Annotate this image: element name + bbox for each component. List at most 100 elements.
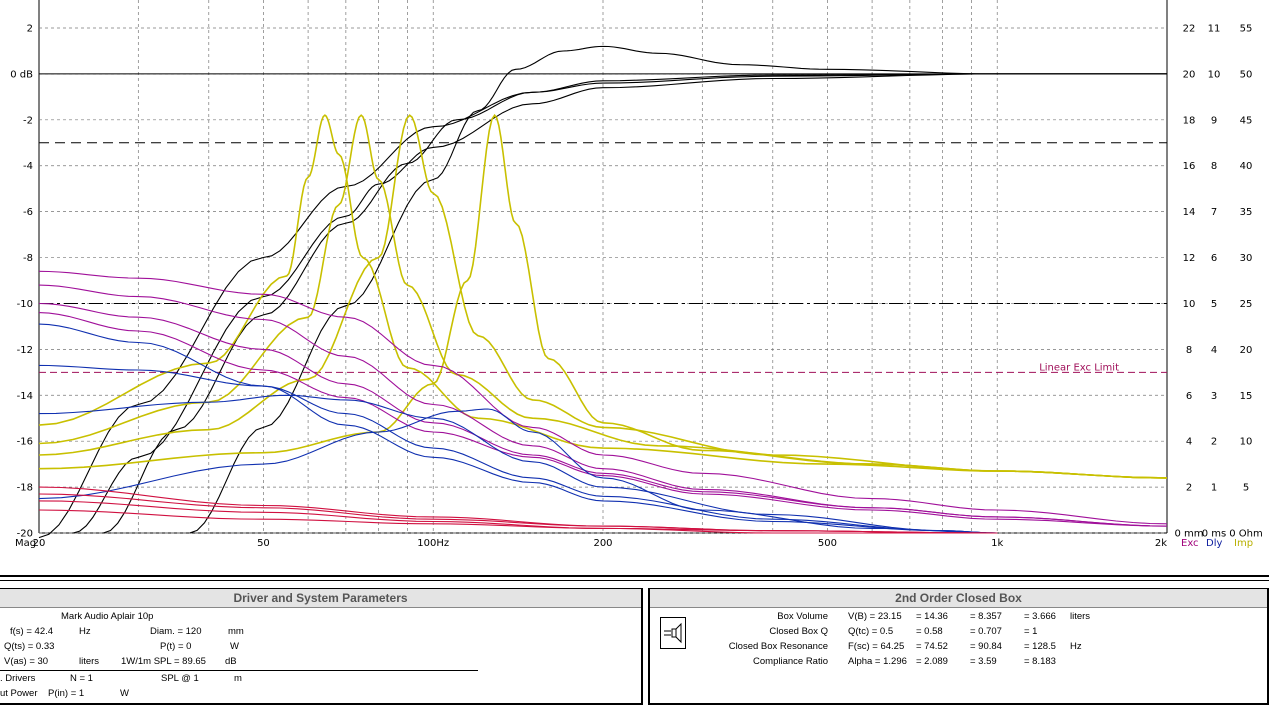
- y-tick-label: 2: [27, 24, 33, 35]
- closed-box-panel: 2nd Order Closed Box Box Volume V(B) = 23…: [648, 588, 1269, 705]
- box-row-label: Closed Box Q: [769, 626, 828, 637]
- pt-field[interactable]: P(t) = 0: [160, 641, 191, 653]
- right-axis-label: 2: [1186, 483, 1192, 494]
- separator: [0, 575, 1269, 577]
- right-axis-label: 12: [1183, 253, 1196, 264]
- y-tick-label: -2: [23, 115, 33, 126]
- diam-unit: mm: [228, 626, 244, 637]
- x-tick-label: 2k: [1155, 538, 1167, 549]
- x-tick-label: 1k: [991, 538, 1003, 549]
- x-tick-label: 50: [257, 538, 270, 549]
- right-axis-label: 1: [1211, 483, 1217, 494]
- right-axis-label: 2: [1211, 437, 1217, 448]
- right-axis-label: 25: [1240, 299, 1253, 310]
- speaker-box-icon[interactable]: [660, 617, 686, 649]
- right-axis-label: 20: [1183, 69, 1196, 80]
- right-axis-label: 3: [1211, 391, 1217, 402]
- right-axis-label: 10: [1208, 69, 1221, 80]
- box-row-value[interactable]: Q(tc) = 0.5: [848, 626, 893, 638]
- y-tick-label: -8: [23, 253, 33, 264]
- right-axis-label: 22: [1183, 24, 1196, 35]
- series-line-delay: [38, 323, 998, 534]
- box-row-value[interactable]: = 74.52: [916, 641, 948, 653]
- right-axis-label: 15: [1240, 391, 1253, 402]
- right-axis-label: 8: [1186, 345, 1192, 356]
- panel-title: 2nd Order Closed Box: [650, 589, 1267, 608]
- drivers-count-field[interactable]: N = 1: [70, 673, 93, 685]
- x-tick-label: 100Hz: [417, 538, 449, 549]
- vas-field[interactable]: V(as) = 30: [4, 656, 48, 668]
- box-row-value[interactable]: = 14.36: [916, 611, 948, 623]
- series-line-excursion: [38, 284, 1168, 527]
- right-axis-label: 40: [1240, 161, 1253, 172]
- driver-name[interactable]: Mark Audio Aplair 10p: [61, 611, 153, 623]
- spl-distance-unit: m: [234, 673, 242, 684]
- x-tick-label: 500: [818, 538, 837, 549]
- right-axis-label: 4: [1211, 345, 1217, 356]
- input-power-field[interactable]: P(in) = 1: [48, 688, 84, 700]
- right-axis-label: 11: [1208, 24, 1221, 35]
- box-row-value[interactable]: F(sc) = 64.25: [848, 641, 904, 653]
- y-tick-label: -16: [17, 437, 33, 448]
- y-tick-label: -18: [17, 483, 33, 494]
- box-row-unit: Hz: [1070, 641, 1082, 652]
- right-axis-label: 55: [1240, 24, 1253, 35]
- y-tick-label: -10: [17, 299, 33, 310]
- panel-title: Driver and System Parameters: [0, 589, 641, 608]
- x-tick-label: 200: [593, 538, 612, 549]
- series-line-delay: [38, 364, 998, 534]
- divider: [0, 670, 478, 671]
- box-row-value[interactable]: = 1: [1024, 626, 1037, 638]
- box-row-value[interactable]: = 90.84: [970, 641, 1002, 653]
- box-row-label: Box Volume: [777, 611, 828, 622]
- y-tick-label: 0 dB: [10, 69, 33, 80]
- box-row-value[interactable]: = 0.58: [916, 626, 943, 638]
- box-row-value[interactable]: = 2.089: [916, 656, 948, 668]
- y-tick-label: -4: [23, 161, 33, 172]
- right-axis-label: 20: [1240, 345, 1253, 356]
- input-power-unit: W: [120, 688, 129, 699]
- y-tick-label: -6: [23, 207, 33, 218]
- box-row-value[interactable]: = 3.666: [1024, 611, 1056, 623]
- right-axis-label: 5: [1211, 299, 1217, 310]
- power-label: ut Power: [0, 688, 38, 699]
- x-axis-prefix: Mag: [15, 538, 36, 549]
- series-line-magnitude: [189, 45, 1167, 534]
- box-row-value[interactable]: = 8.183: [1024, 656, 1056, 668]
- box-row-value[interactable]: = 0.707: [970, 626, 1002, 638]
- right-axis-footer: Imp: [1234, 538, 1253, 549]
- right-axis-label: 8: [1211, 161, 1217, 172]
- right-axis-label: 35: [1240, 207, 1253, 218]
- right-axis-label: 6: [1211, 253, 1217, 264]
- right-axis-footer: Dly: [1206, 538, 1222, 549]
- separator: [0, 580, 1269, 581]
- box-row-label: Compliance Ratio: [753, 656, 828, 667]
- right-axis-label: 5: [1243, 483, 1249, 494]
- box-row-label: Closed Box Resonance: [728, 641, 828, 652]
- spl-distance-field[interactable]: SPL @ 1: [161, 673, 199, 685]
- right-axis-label: 14: [1183, 207, 1196, 218]
- right-axis-footer: Exc: [1181, 538, 1199, 549]
- right-axis-label: 4: [1186, 437, 1192, 448]
- spl-unit: dB: [225, 656, 237, 667]
- driver-parameters-panel: Driver and System Parameters Mark Audio …: [0, 588, 643, 705]
- right-axis-label: 18: [1183, 115, 1196, 126]
- box-row-value[interactable]: = 3.59: [970, 656, 997, 668]
- y-tick-label: -14: [17, 391, 33, 402]
- box-row-value[interactable]: V(B) = 23.15: [848, 611, 902, 623]
- box-row-value[interactable]: Alpha = 1.296: [848, 656, 907, 668]
- diam-field[interactable]: Diam. = 120: [150, 626, 202, 638]
- right-axis-label: 45: [1240, 115, 1253, 126]
- pt-unit: W: [230, 641, 239, 652]
- right-axis-label: 10: [1240, 437, 1253, 448]
- right-axis-label: 6: [1186, 391, 1192, 402]
- box-row-unit: liters: [1070, 611, 1091, 622]
- box-row-value[interactable]: = 128.5: [1024, 641, 1056, 653]
- fs-unit: Hz: [79, 626, 91, 637]
- box-row-value[interactable]: = 8.357: [970, 611, 1002, 623]
- vas-unit: liters: [79, 656, 100, 667]
- qts-field[interactable]: Q(ts) = 0.33: [4, 641, 54, 653]
- response-chart: 20 dB-2-4-6-8-10-12-14-16-18-20222018161…: [10, 0, 1263, 549]
- spl-field[interactable]: 1W/1m SPL = 89.65: [121, 656, 206, 668]
- fs-field[interactable]: f(s) = 42.4: [10, 626, 53, 638]
